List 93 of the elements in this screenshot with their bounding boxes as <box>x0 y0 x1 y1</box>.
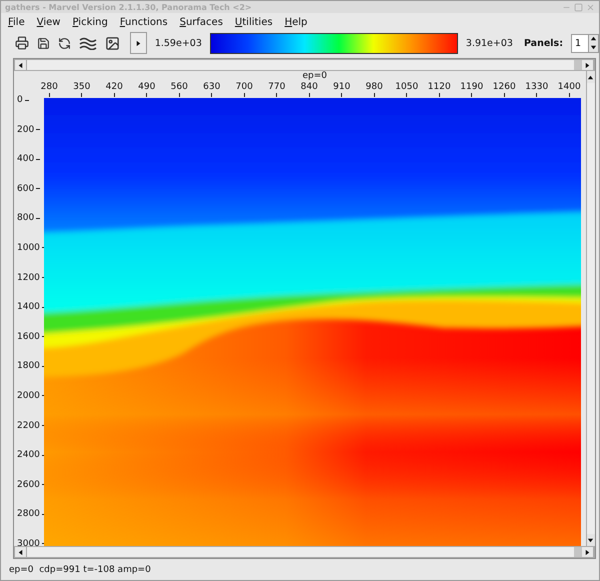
x-axis-label: 1330 <box>525 82 548 94</box>
menu-item[interactable]: Help <box>284 17 308 28</box>
y-axis-label: 2200 <box>17 420 40 431</box>
tick-mark <box>81 93 82 98</box>
status-text: ep=0 cdp=991 t=-108 amp=0 <box>9 564 151 574</box>
tick-mark <box>471 93 472 98</box>
y-axis-label: 1600 <box>17 332 40 342</box>
menu-item[interactable]: View <box>36 17 60 28</box>
play-button[interactable] <box>130 32 147 54</box>
y-axis-label: 800 <box>17 213 34 224</box>
x-axis-label: 910 <box>333 82 350 94</box>
scroll-right-button[interactable] <box>582 547 594 557</box>
scrollbar-thumb[interactable] <box>574 547 582 557</box>
tick-mark <box>42 514 44 515</box>
wiggle-lines-icon[interactable] <box>79 36 97 50</box>
tick-mark <box>36 218 40 219</box>
y-axis-label: 1800 <box>17 361 40 372</box>
y-axis-label: 600 <box>17 184 34 194</box>
tick-mark <box>341 93 342 98</box>
tick-mark <box>36 188 40 190</box>
y-axis-label: 200 <box>17 124 34 135</box>
menu-item[interactable]: File <box>8 17 25 28</box>
panels-field[interactable]: 1 <box>571 34 589 52</box>
tick-mark <box>438 93 440 98</box>
refresh-icon[interactable] <box>58 36 71 50</box>
scroll-left-button[interactable] <box>15 60 27 70</box>
y-axis-label: 1400 <box>17 302 40 312</box>
menu-item[interactable]: Utilities <box>234 17 273 28</box>
tick-mark <box>308 93 310 98</box>
scroll-up-button[interactable] <box>586 71 595 83</box>
x-axis-label: 630 <box>203 82 220 94</box>
vertical-scrollbar[interactable] <box>586 71 595 546</box>
x-axis-label: 420 <box>106 82 123 94</box>
x-axis-label: 350 <box>73 82 90 94</box>
x-axis-label: 1120 <box>428 82 451 94</box>
y-axis-label: 1000 <box>17 242 40 253</box>
colorbar-max-label: 3.91e+03 <box>466 38 513 48</box>
tick-mark <box>568 93 570 98</box>
tick-mark <box>406 93 408 98</box>
x-axis-label: 490 <box>138 82 156 94</box>
tick-mark <box>146 93 148 98</box>
x-axis-label: 1190 <box>460 82 484 94</box>
scrollbar-thumb[interactable] <box>574 60 582 70</box>
tick-mark <box>42 484 44 486</box>
panels-label: Panels: <box>524 38 563 48</box>
y-axis-label: 3000 <box>17 538 40 549</box>
image-icon[interactable] <box>105 36 120 50</box>
tick-mark <box>374 93 375 98</box>
arrow-icon <box>17 548 24 556</box>
y-axis-label: 400 <box>17 154 34 164</box>
colorbar-min-label: 1.59e+03 <box>154 38 202 48</box>
y-axis-label: 1200 <box>17 272 40 283</box>
x-axis-label: 770 <box>268 82 286 94</box>
x-axis-label: 1400 <box>558 82 581 94</box>
y-axis-label: 2600 <box>17 480 40 490</box>
x-axis-label: 280 <box>40 82 58 94</box>
scroll-left-button[interactable] <box>15 547 27 557</box>
menu-item[interactable]: Surfaces <box>180 17 223 28</box>
x-axis-label: 1260 <box>492 82 516 94</box>
scroll-right-button[interactable] <box>582 60 594 70</box>
tick-mark <box>244 93 245 98</box>
tick-mark <box>36 129 40 130</box>
tick-mark <box>42 277 44 278</box>
tick-mark <box>48 93 50 98</box>
tick-mark <box>178 93 180 98</box>
scroll-down-button[interactable] <box>586 534 595 546</box>
plot-title: ep=0 <box>302 71 328 82</box>
x-axis-label: 1050 <box>395 82 418 94</box>
printer-icon[interactable] <box>15 36 29 50</box>
x-axis-label: 840 <box>300 82 318 94</box>
horizontal-scrollbar[interactable] <box>14 546 595 558</box>
x-axis-label: 560 <box>170 82 188 94</box>
save-icon[interactable] <box>37 36 50 50</box>
y-axis-label: 2800 <box>17 509 40 520</box>
x-axis-label: 700 <box>236 82 253 94</box>
tick-mark <box>536 93 538 98</box>
tick-mark <box>211 93 212 98</box>
menu-item[interactable]: Picking <box>72 17 108 28</box>
tick-mark <box>36 158 40 160</box>
tick-mark <box>276 93 278 98</box>
y-axis-label: 2400 <box>17 450 40 460</box>
menu-item[interactable]: Functions <box>120 17 168 28</box>
tick-mark <box>504 93 505 98</box>
arrow-icon <box>17 62 24 68</box>
horizontal-scrollbar[interactable] <box>14 59 595 71</box>
y-axis-label: 2000 <box>17 390 40 401</box>
tick-mark <box>114 93 115 98</box>
x-axis-label: 980 <box>366 82 383 94</box>
tick-mark <box>42 366 44 367</box>
spin-buttons[interactable] <box>589 34 599 52</box>
tick-mark <box>42 425 44 426</box>
arrow-icon <box>134 40 142 46</box>
y-axis-label: 0 <box>17 95 23 105</box>
